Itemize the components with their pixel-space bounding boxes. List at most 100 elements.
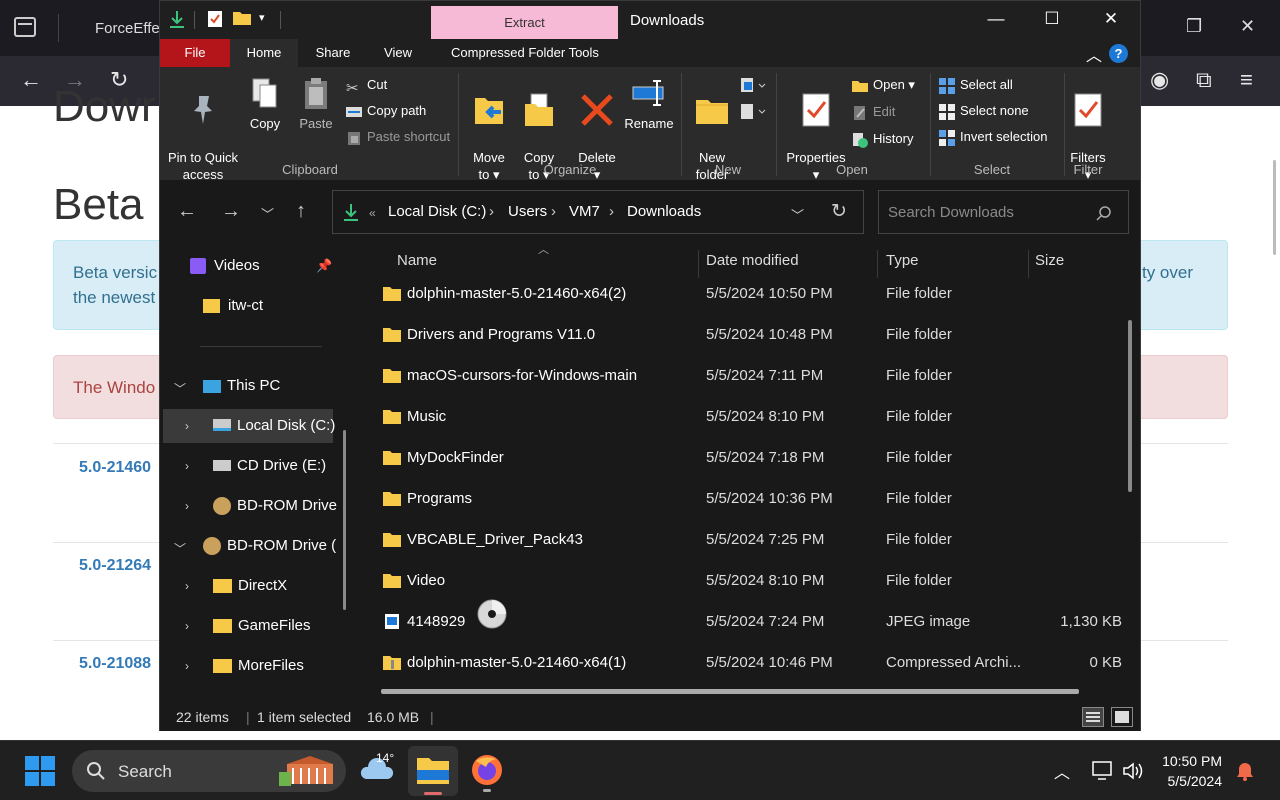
close-icon[interactable]: ✕ xyxy=(1240,16,1255,37)
tab-view[interactable]: View xyxy=(368,39,428,67)
copy-path-button[interactable]: Copy path xyxy=(346,100,426,122)
rename-button[interactable]: Rename xyxy=(623,75,675,132)
chevron-down-icon[interactable]: ﹀ xyxy=(174,540,186,557)
table-row[interactable]: dolphin-master-5.0-21460-x64(2) 5/5/2024… xyxy=(372,273,1132,314)
edit-button[interactable]: Edit xyxy=(852,101,895,123)
nav-item-itw-ct[interactable]: itw-ct xyxy=(203,289,343,323)
show-hidden-icons-icon[interactable]: ︿ xyxy=(1054,759,1070,783)
column-name[interactable]: Name xyxy=(397,252,437,269)
collapse-ribbon-icon[interactable]: ︿ xyxy=(1086,42,1102,66)
nav-item-gamefiles[interactable]: › GameFiles xyxy=(163,609,343,643)
chevron-right-icon[interactable]: › xyxy=(551,203,556,220)
minimize-icon[interactable]: — xyxy=(981,9,1011,31)
firefox-taskbar-button[interactable] xyxy=(470,753,504,792)
table-row[interactable]: Video 5/5/2024 8:10 PM File folder xyxy=(372,560,1132,601)
paste-button[interactable]: Paste xyxy=(294,75,338,132)
extensions-icon[interactable]: ⧉ xyxy=(1196,67,1212,93)
new-folder-icon[interactable] xyxy=(232,10,252,26)
chevron-right-icon[interactable]: › xyxy=(489,203,494,220)
menu-icon[interactable]: ≡ xyxy=(1240,67,1253,93)
pin-to-quick-access-button[interactable]: Pin to Quick access xyxy=(166,75,240,183)
forward-icon[interactable]: → xyxy=(221,200,241,223)
nav-item-bd-rom-drive[interactable]: › BD-ROM Drive xyxy=(163,489,353,523)
history-button[interactable]: History xyxy=(852,128,913,150)
select-none-button[interactable]: Select none xyxy=(939,100,1029,122)
file-list-scrollbar[interactable] xyxy=(1128,320,1132,492)
table-row[interactable]: Programs 5/5/2024 10:36 PM File folder xyxy=(372,478,1132,519)
weather-widget[interactable]: 14° xyxy=(360,751,394,788)
easy-access-icon[interactable] xyxy=(740,103,768,121)
chevron-down-icon[interactable]: ﹀ xyxy=(174,380,186,397)
nav-item-morefiles[interactable]: › MoreFiles xyxy=(163,649,343,683)
chevron-right-icon[interactable]: › xyxy=(185,609,189,643)
file-explorer-taskbar-button[interactable] xyxy=(408,746,458,796)
account-icon[interactable]: ◉ xyxy=(1150,67,1169,93)
version-link[interactable]: 5.0-21460 xyxy=(79,459,151,477)
horizontal-scrollbar[interactable] xyxy=(381,689,1079,694)
refresh-icon[interactable]: ↻ xyxy=(831,200,847,223)
chevron-right-icon[interactable]: › xyxy=(185,569,189,603)
properties-icon[interactable] xyxy=(207,10,223,28)
table-row[interactable]: Music 5/5/2024 8:10 PM File folder xyxy=(372,396,1132,437)
new-item-icon[interactable] xyxy=(740,77,768,95)
copy-button[interactable]: Copy xyxy=(243,75,287,132)
chevron-right-icon[interactable]: › xyxy=(185,409,189,443)
notification-bell-icon[interactable] xyxy=(1236,761,1254,781)
breadcrumb-local-disk[interactable]: Local Disk (C:) xyxy=(388,203,486,220)
table-row[interactable]: dolphin-master-5.0-21460-x64(1) 5/5/2024… xyxy=(372,642,1132,683)
select-all-button[interactable]: Select all xyxy=(939,74,1013,96)
download-icon[interactable] xyxy=(168,10,186,30)
browser-tab-title[interactable]: ForceEffe xyxy=(95,20,160,37)
cut-button[interactable]: ✂ Cut xyxy=(346,74,387,97)
overflow-icon[interactable]: « xyxy=(369,206,376,220)
maximize-icon[interactable]: ☐ xyxy=(1037,9,1067,31)
table-row[interactable]: Drivers and Programs V11.0 5/5/2024 10:4… xyxy=(372,314,1132,355)
version-link[interactable]: 5.0-21264 xyxy=(79,557,151,575)
tab-extract[interactable]: Extract xyxy=(431,6,618,39)
breadcrumb-downloads[interactable]: Downloads xyxy=(627,203,701,220)
nav-item-local-disk[interactable]: › Local Disk (C:) xyxy=(163,409,335,443)
help-icon[interactable]: ? xyxy=(1109,44,1128,63)
chevron-right-icon[interactable]: › xyxy=(185,649,189,683)
tab-list-icon[interactable] xyxy=(14,17,36,37)
tab-file[interactable]: File xyxy=(160,39,230,67)
back-icon[interactable]: ← xyxy=(20,67,42,93)
page-scrollbar[interactable] xyxy=(1273,160,1276,255)
column-date-modified[interactable]: Date modified xyxy=(706,252,799,269)
table-row[interactable]: macOS-cursors-for-Windows-main 5/5/2024 … xyxy=(372,355,1132,396)
address-dropdown-icon[interactable]: ﹀ xyxy=(791,205,804,224)
column-size[interactable]: Size xyxy=(1035,252,1064,269)
customize-qat-icon[interactable]: ▾ xyxy=(259,11,265,24)
close-icon[interactable]: ✕ xyxy=(1096,9,1126,31)
back-icon[interactable]: ← xyxy=(177,200,197,223)
breadcrumb-vm7[interactable]: VM7 xyxy=(569,203,600,220)
table-row[interactable]: 4148929 5/5/2024 7:24 PM JPEG image 1,13… xyxy=(372,599,1132,642)
taskbar-search[interactable]: Search xyxy=(72,750,346,792)
nav-item-bd-rom-drive-2[interactable]: BD-ROM Drive ( xyxy=(203,529,353,563)
recent-locations-icon[interactable]: ﹀ xyxy=(261,204,274,223)
tab-share[interactable]: Share xyxy=(302,39,364,67)
system-clock[interactable]: 10:50 PM 5/5/2024 xyxy=(1162,751,1222,791)
chevron-right-icon[interactable]: › xyxy=(185,489,189,523)
open-button[interactable]: Open ▾ xyxy=(852,74,915,96)
network-icon[interactable] xyxy=(1092,761,1114,781)
invert-selection-button[interactable]: Invert selection xyxy=(939,126,1047,148)
volume-icon[interactable] xyxy=(1122,761,1144,781)
search-box[interactable]: Search Downloads xyxy=(878,190,1129,234)
chevron-right-icon[interactable]: › xyxy=(185,449,189,483)
search-input[interactable]: Search Downloads xyxy=(888,204,1014,221)
address-bar[interactable]: « Local Disk (C:) › Users › VM7 › Downlo… xyxy=(332,190,864,234)
search-icon[interactable] xyxy=(1096,205,1112,221)
column-type[interactable]: Type xyxy=(886,252,919,269)
up-icon[interactable]: ↑ xyxy=(296,200,306,223)
table-row[interactable]: MyDockFinder 5/5/2024 7:18 PM File folde… xyxy=(372,437,1132,478)
paste-shortcut-button[interactable]: Paste shortcut xyxy=(346,126,450,148)
large-icons-view-icon[interactable] xyxy=(1111,707,1133,727)
details-view-icon[interactable] xyxy=(1082,707,1104,727)
restore-icon[interactable]: ❐ xyxy=(1186,16,1202,37)
tab-compressed-folder-tools[interactable]: Compressed Folder Tools xyxy=(435,39,615,67)
tab-home[interactable]: Home xyxy=(230,39,298,67)
nav-item-directx[interactable]: › DirectX xyxy=(163,569,343,603)
windows-start-icon[interactable] xyxy=(25,756,55,786)
nav-item-videos[interactable]: Videos 📌 xyxy=(190,249,340,283)
